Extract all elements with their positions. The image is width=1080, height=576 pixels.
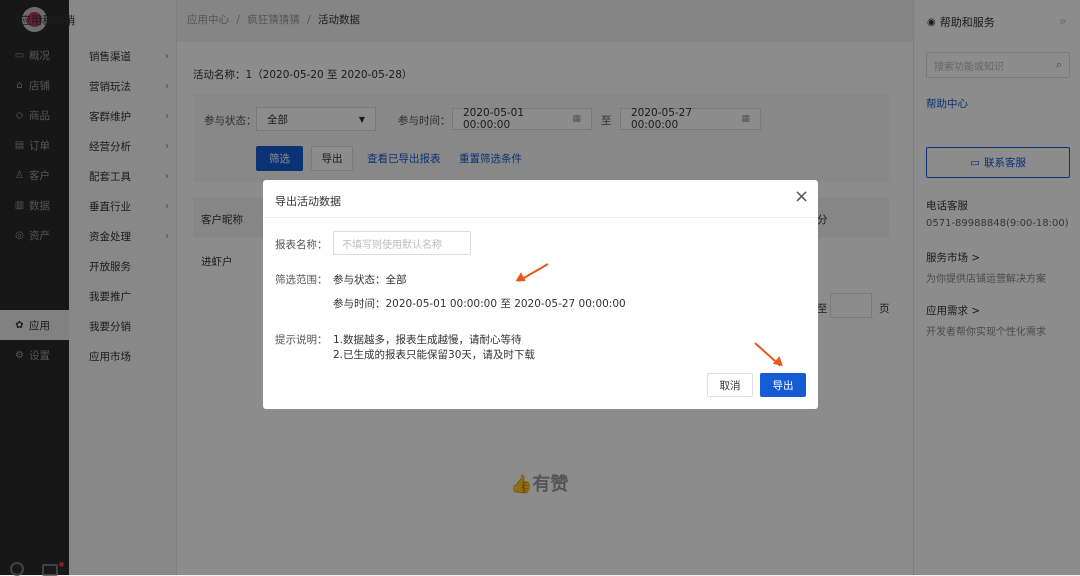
- export-dialog: 导出活动数据 × 报表名称： 不填写则使用默认名称 筛选范围： 参与状态：全部 …: [263, 180, 818, 409]
- filter-scope-label: 筛选范围：: [275, 274, 328, 286]
- tip-1: 1.数据越多，报表生成越慢，请耐心等待: [333, 334, 522, 346]
- dialog-title: 导出活动数据: [275, 195, 341, 208]
- close-icon[interactable]: ×: [794, 186, 809, 208]
- tips-label: 提示说明：: [275, 334, 328, 346]
- scope-time: 参与时间：2020-05-01 00:00:00 至 2020-05-27 00…: [333, 298, 626, 310]
- scope-status: 参与状态：全部: [333, 274, 407, 286]
- tip-2: 2.已生成的报表只能保留30天，请及时下载: [333, 349, 535, 361]
- dialog-header: [263, 180, 818, 218]
- report-name-label: 报表名称：: [275, 239, 328, 251]
- confirm-export-button[interactable]: 导出: [760, 373, 806, 397]
- report-name-input[interactable]: 不填写则使用默认名称: [333, 231, 471, 255]
- cancel-button[interactable]: 取消: [707, 373, 753, 397]
